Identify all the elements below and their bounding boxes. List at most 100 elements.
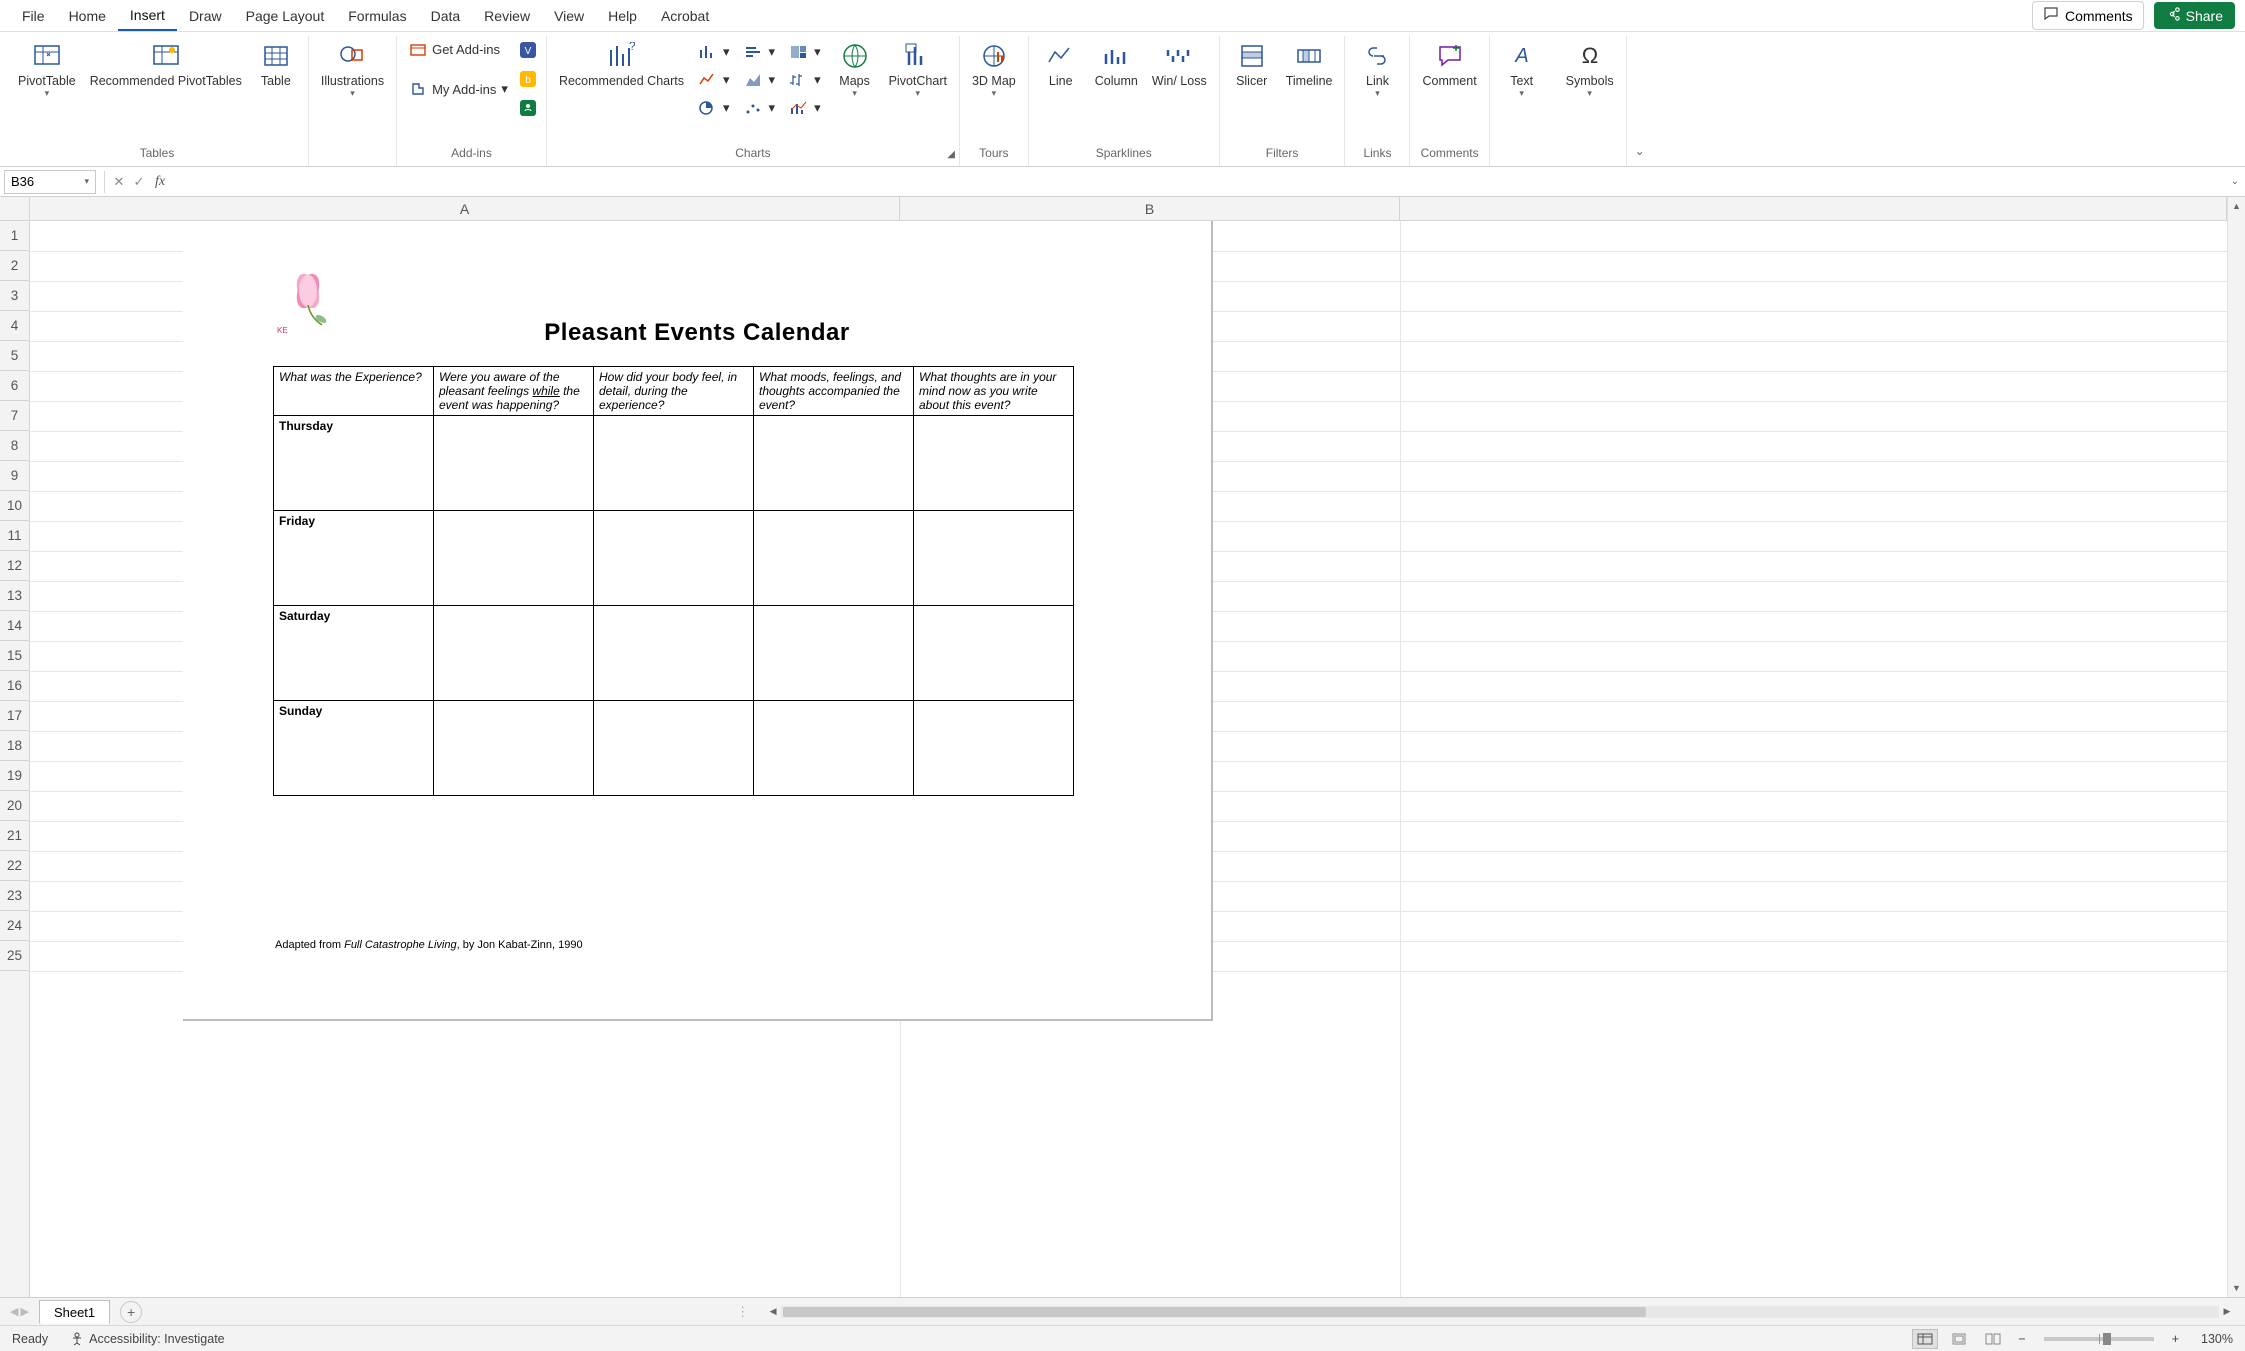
row-header-13[interactable]: 13 (0, 581, 29, 611)
combo-chart-button[interactable]: ▾ (785, 98, 825, 118)
row-header-25[interactable]: 25 (0, 941, 29, 971)
row-header-23[interactable]: 23 (0, 881, 29, 911)
slicer-button[interactable]: Slicer (1228, 38, 1276, 90)
tab-insert[interactable]: Insert (118, 1, 177, 31)
name-box-dropdown-icon[interactable]: ▾ (84, 176, 89, 187)
scatter-chart-button[interactable]: ▾ (740, 98, 780, 118)
pivottable-button[interactable]: PivotTable ▾ (14, 38, 80, 101)
row-header-5[interactable]: 5 (0, 341, 29, 371)
3d-map-button[interactable]: 3D Map ▾ (968, 38, 1020, 101)
tab-data[interactable]: Data (419, 2, 473, 30)
people-addin-icon[interactable] (518, 98, 538, 121)
sparkline-winloss-button[interactable]: Win/ Loss (1148, 38, 1211, 90)
row-header-24[interactable]: 24 (0, 911, 29, 941)
tab-home[interactable]: Home (57, 2, 118, 30)
row-header-11[interactable]: 11 (0, 521, 29, 551)
ribbon-collapse-button[interactable]: ⌄ (1627, 136, 1653, 166)
line-chart-button[interactable]: ▾ (694, 70, 734, 90)
link-button[interactable]: Link ▾ (1353, 38, 1401, 101)
treemap-chart-button[interactable]: ▾ (785, 42, 825, 62)
enter-formula-button[interactable]: ✓ (129, 174, 149, 190)
scroll-down-icon[interactable]: ▼ (2228, 1279, 2245, 1297)
zoom-out-button[interactable]: − (2014, 1332, 2029, 1346)
col-header-b[interactable]: B (900, 197, 1400, 220)
my-addins-button[interactable]: My Add-ins ▾ (405, 78, 512, 100)
sheet-tab-sheet1[interactable]: Sheet1 (39, 1300, 110, 1324)
visio-addin-icon[interactable]: V (518, 40, 538, 63)
row-header-15[interactable]: 15 (0, 641, 29, 671)
bar-chart-button[interactable]: ▾ (740, 42, 780, 62)
sparkline-line-button[interactable]: Line (1037, 38, 1085, 90)
stock-chart-button[interactable]: ▾ (785, 70, 825, 90)
zoom-level[interactable]: 130% (2191, 1332, 2233, 1346)
scroll-up-icon[interactable]: ▲ (2228, 197, 2245, 215)
row-header-14[interactable]: 14 (0, 611, 29, 641)
table-button[interactable]: Table (252, 38, 300, 90)
row-header-6[interactable]: 6 (0, 371, 29, 401)
col-header-a[interactable]: A (30, 197, 900, 220)
charts-dialog-launcher[interactable]: ◢ (947, 149, 955, 160)
row-header-20[interactable]: 20 (0, 791, 29, 821)
zoom-in-button[interactable]: + (2168, 1332, 2183, 1346)
fx-icon[interactable]: fx (149, 174, 171, 190)
sparkline-column-button[interactable]: Column (1091, 38, 1142, 90)
tab-help[interactable]: Help (596, 2, 649, 30)
row-header-12[interactable]: 12 (0, 551, 29, 581)
tab-page-layout[interactable]: Page Layout (234, 2, 337, 30)
page-layout-view-button[interactable] (1946, 1329, 1972, 1349)
row-header-17[interactable]: 17 (0, 701, 29, 731)
column-chart-button[interactable]: ▾ (694, 42, 734, 62)
sheet-nav[interactable]: ◀▶ (0, 1305, 39, 1318)
formula-input[interactable] (171, 170, 2225, 194)
row-header-7[interactable]: 7 (0, 401, 29, 431)
accessibility-status[interactable]: Accessibility: Investigate (70, 1332, 224, 1346)
row-header-1[interactable]: 1 (0, 221, 29, 251)
tab-review[interactable]: Review (472, 2, 542, 30)
page-break-view-button[interactable] (1980, 1329, 2006, 1349)
tab-file[interactable]: File (10, 2, 57, 30)
maps-button[interactable]: Maps ▾ (831, 38, 879, 101)
zoom-slider[interactable] (2044, 1337, 2154, 1341)
expand-formula-bar-button[interactable]: ⌄ (2225, 176, 2245, 187)
timeline-button[interactable]: Timeline (1282, 38, 1337, 90)
recommended-charts-button[interactable]: ? Recommended Charts (555, 38, 688, 90)
share-button[interactable]: Share (2154, 2, 2235, 29)
tab-draw[interactable]: Draw (177, 2, 234, 30)
horizontal-scrollbar[interactable]: ◀ ▶ (765, 1305, 2235, 1319)
row-header-10[interactable]: 10 (0, 491, 29, 521)
row-header-18[interactable]: 18 (0, 731, 29, 761)
row-header-9[interactable]: 9 (0, 461, 29, 491)
symbols-button[interactable]: Ω Symbols ▾ (1562, 38, 1618, 101)
cells-area[interactable]: KE Pleasant Events Calendar What was the… (30, 221, 2227, 1297)
comments-button[interactable]: Comments (2032, 1, 2144, 30)
row-header-21[interactable]: 21 (0, 821, 29, 851)
row-header-4[interactable]: 4 (0, 311, 29, 341)
tab-view[interactable]: View (542, 2, 596, 30)
row-header-16[interactable]: 16 (0, 671, 29, 701)
tab-split-handle[interactable]: ⋮ (730, 1304, 755, 1320)
text-button[interactable]: A Text ▾ (1498, 38, 1546, 101)
tab-formulas[interactable]: Formulas (336, 2, 418, 30)
bing-addin-icon[interactable]: b (518, 69, 538, 92)
add-sheet-button[interactable]: + (120, 1301, 142, 1323)
comment-button[interactable]: Comment (1418, 38, 1480, 90)
row-header-3[interactable]: 3 (0, 281, 29, 311)
area-chart-button[interactable]: ▾ (740, 70, 780, 90)
row-header-19[interactable]: 19 (0, 761, 29, 791)
row-header-2[interactable]: 2 (0, 251, 29, 281)
illustrations-button[interactable]: Illustrations ▾ (317, 38, 388, 101)
normal-view-button[interactable] (1912, 1329, 1938, 1349)
hscroll-thumb[interactable] (783, 1307, 1646, 1317)
recommended-pivottables-button[interactable]: Recommended PivotTables (86, 38, 246, 90)
row-header-22[interactable]: 22 (0, 851, 29, 881)
pivotchart-button[interactable]: PivotChart ▾ (885, 38, 951, 101)
vertical-scrollbar[interactable]: ▲ ▼ (2227, 197, 2245, 1297)
tab-acrobat[interactable]: Acrobat (649, 2, 721, 30)
select-all-corner[interactable] (0, 197, 30, 221)
col-header-blank[interactable] (1400, 197, 2227, 220)
pie-chart-button[interactable]: ▾ (694, 98, 734, 118)
scroll-left-icon[interactable]: ◀ (765, 1306, 781, 1317)
scroll-right-icon[interactable]: ▶ (2219, 1306, 2235, 1317)
cancel-formula-button[interactable]: ✕ (109, 174, 129, 190)
row-header-8[interactable]: 8 (0, 431, 29, 461)
